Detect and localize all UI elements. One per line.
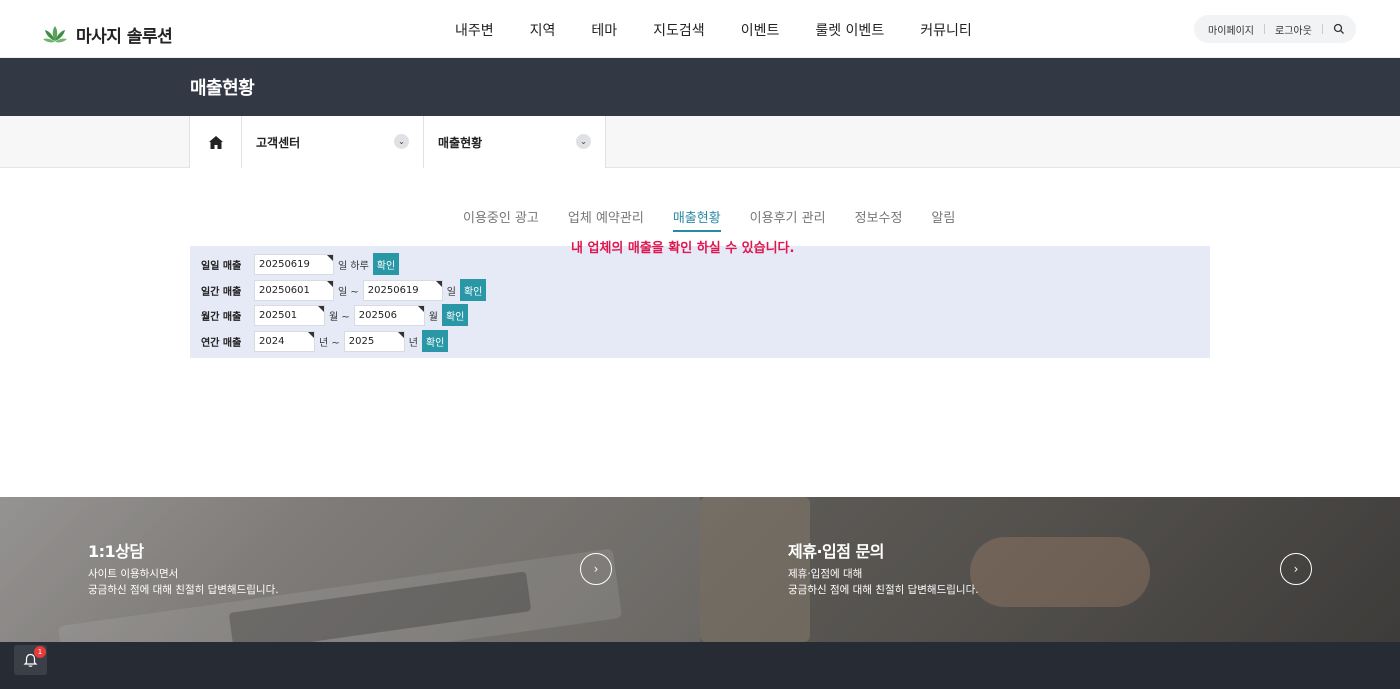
nav-item-community[interactable]: 커뮤니티 bbox=[920, 20, 972, 40]
yearly-from-input[interactable]: 2024 bbox=[254, 330, 315, 352]
page-title-bar: 매출현황 bbox=[0, 58, 1400, 116]
yearly-sales-row: 연간 매출 2024 년 ~ 2025 년 확인 bbox=[201, 330, 449, 352]
tab-active-ads[interactable]: 이용중인 광고 bbox=[463, 207, 539, 232]
nav-item-roulette-event[interactable]: 룰렛 이벤트 bbox=[815, 20, 884, 40]
yearly-confirm-button[interactable]: 확인 bbox=[421, 330, 449, 352]
tab-notifications[interactable]: 알림 bbox=[931, 207, 955, 232]
daily-date-input[interactable]: 20250619 bbox=[254, 253, 334, 275]
logout-link[interactable]: 로그아웃 bbox=[1275, 22, 1312, 37]
nav-item-region[interactable]: 지역 bbox=[530, 20, 556, 40]
nav-item-nearby[interactable]: 내주변 bbox=[455, 20, 494, 40]
sales-notice: 내 업체의 매출을 확인 하실 수 있습니다. bbox=[571, 241, 795, 256]
monthly-sales-row: 월간 매출 202501 월 ~ 202506 월 확인 bbox=[201, 304, 469, 326]
monthly-confirm-button[interactable]: 확인 bbox=[441, 304, 469, 326]
page-title: 매출현황 bbox=[190, 78, 255, 99]
period-confirm-button[interactable]: 확인 bbox=[459, 279, 487, 301]
home-icon bbox=[208, 135, 223, 149]
chevron-down-icon: ⌄ bbox=[576, 134, 591, 149]
yearly-from-suffix: 년 ~ bbox=[319, 337, 340, 349]
chevron-right-icon: › bbox=[593, 562, 599, 576]
partnership-banner[interactable]: 제휴·입점 문의 제휴·입점에 대해 궁금하신 점에 대해 친절히 답변해드립니… bbox=[700, 497, 1400, 642]
tab-edit-info[interactable]: 정보수정 bbox=[855, 207, 903, 232]
breadcrumb-sales-status[interactable]: 매출현황 ⌄ bbox=[424, 116, 606, 168]
yearly-to-input[interactable]: 2025 bbox=[343, 330, 405, 352]
tab-reviews[interactable]: 이용후기 관리 bbox=[750, 207, 826, 232]
partnership-description: 제휴·입점에 대해 궁금하신 점에 대해 친절히 답변해드립니다. bbox=[788, 566, 979, 598]
daily-suffix: 일 하루 bbox=[338, 260, 369, 272]
logo[interactable]: 마사지 솔루션 bbox=[42, 22, 173, 47]
monthly-from-suffix: 월 ~ bbox=[329, 311, 350, 323]
monthly-to-input[interactable]: 202506 bbox=[353, 304, 425, 326]
period-sales-label: 일간 매출 bbox=[201, 286, 242, 298]
nav-item-event[interactable]: 이벤트 bbox=[741, 20, 780, 40]
period-to-input[interactable]: 20250619 bbox=[362, 279, 443, 301]
nav-item-map-search[interactable]: 지도검색 bbox=[653, 20, 705, 40]
chevron-right-icon: › bbox=[1293, 562, 1299, 576]
period-to-suffix: 일 bbox=[446, 286, 456, 298]
main-nav: 내주변 지역 테마 지도검색 이벤트 룰렛 이벤트 커뮤니티 bbox=[455, 20, 1008, 40]
consult-title: 1:1상담 bbox=[88, 542, 144, 561]
home-button[interactable] bbox=[190, 116, 242, 168]
tab-sales-status[interactable]: 매출현황 bbox=[672, 207, 721, 232]
period-from-input[interactable]: 20250601 bbox=[254, 279, 334, 301]
search-icon[interactable] bbox=[1333, 23, 1345, 35]
monthly-to-suffix: 월 bbox=[428, 311, 438, 323]
divider bbox=[1321, 24, 1323, 34]
mypage-link[interactable]: 마이페이지 bbox=[1208, 22, 1254, 37]
period-from-suffix: 일 ~ bbox=[338, 286, 359, 298]
period-sales-row: 일간 매출 20250601 일 ~ 20250619 일 확인 bbox=[201, 279, 487, 301]
footer bbox=[0, 642, 1400, 689]
site-header: 마사지 솔루션 내주변 지역 테마 지도검색 이벤트 룰렛 이벤트 커뮤니티 마… bbox=[0, 0, 1400, 58]
nav-item-theme[interactable]: 테마 bbox=[591, 20, 617, 40]
breadcrumb-label: 고객센터 bbox=[256, 135, 301, 150]
partnership-line1: 제휴·입점에 대해 bbox=[788, 568, 863, 580]
partnership-title: 제휴·입점 문의 bbox=[788, 542, 884, 561]
sales-query-panel: 일일 매출 20250619 일 하루 확인 일간 매출 20250601 일 … bbox=[190, 246, 1210, 358]
monthly-sales-label: 월간 매출 bbox=[201, 311, 242, 323]
consult-line2: 궁금하신 점에 대해 친절히 답변해드립니다. bbox=[88, 584, 279, 596]
yearly-sales-label: 연간 매출 bbox=[201, 337, 242, 349]
consult-line1: 사이트 이용하시면서 bbox=[88, 568, 179, 580]
daily-confirm-button[interactable]: 확인 bbox=[372, 253, 400, 275]
daily-sales-row: 일일 매출 20250619 일 하루 확인 bbox=[201, 253, 400, 275]
chevron-down-icon: ⌄ bbox=[394, 134, 409, 149]
partnership-line2: 궁금하신 점에 대해 친절히 답변해드립니다. bbox=[788, 584, 979, 596]
consult-description: 사이트 이용하시면서 궁금하신 점에 대해 친절히 답변해드립니다. bbox=[88, 566, 279, 598]
divider bbox=[1264, 24, 1265, 34]
monthly-from-input[interactable]: 202501 bbox=[254, 304, 325, 326]
notification-button[interactable]: 1 bbox=[14, 645, 47, 675]
breadcrumb-customer-center[interactable]: 고객센터 ⌄ bbox=[242, 116, 424, 168]
breadcrumb-label: 매출현황 bbox=[438, 135, 483, 150]
logo-text: 마사지 솔루션 bbox=[76, 27, 173, 47]
yearly-to-suffix: 년 bbox=[408, 337, 418, 349]
lotus-logo-icon bbox=[43, 25, 67, 42]
partnership-arrow-button[interactable]: › bbox=[1280, 553, 1312, 585]
consult-arrow-button[interactable]: › bbox=[580, 553, 612, 585]
breadcrumb: 고객센터 ⌄ 매출현황 ⌄ bbox=[189, 116, 606, 168]
daily-sales-label: 일일 매출 bbox=[201, 260, 242, 272]
consult-banner[interactable]: 1:1상담 사이트 이용하시면서 궁금하신 점에 대해 친절히 답변해드립니다.… bbox=[0, 497, 700, 642]
breadcrumb-bar: 고객센터 ⌄ 매출현황 ⌄ bbox=[0, 116, 1400, 168]
notification-count-badge: 1 bbox=[34, 646, 46, 658]
tab-reservations[interactable]: 업체 예약관리 bbox=[568, 207, 644, 232]
user-utility-bar: 마이페이지 로그아웃 bbox=[1194, 15, 1356, 43]
